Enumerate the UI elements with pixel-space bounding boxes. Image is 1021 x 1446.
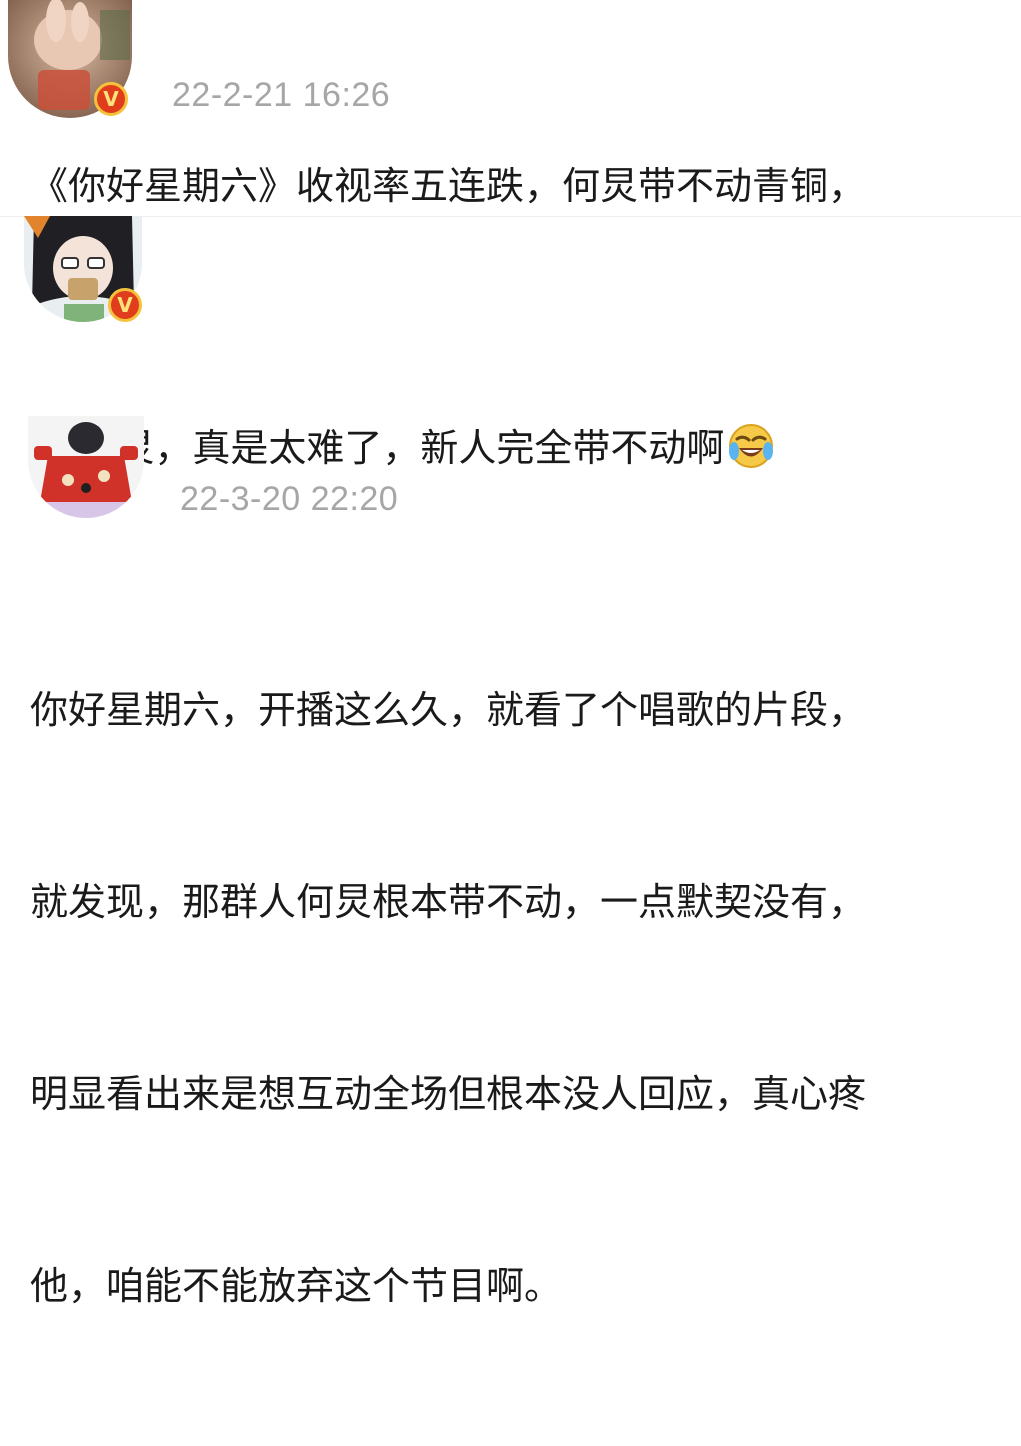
- verified-badge: V: [108, 288, 142, 322]
- post-1: V 22-2-21 16:26 《你好星期六》收视率五连跌，何炅带不动青铜，: [0, 0, 1021, 216]
- post-text-line: 明显看出来是想互动全场但根本没人回应，真心疼: [30, 1072, 867, 1116]
- post-text: 你好星期六，开播这么久，就看了个唱歌的片段， 就发现，那群人何炅根本带不动，一点…: [30, 550, 1020, 1446]
- post-2: V 何炅，真是太难了，新人完全带不动啊: [0, 216, 1021, 470]
- avatar[interactable]: [28, 416, 144, 518]
- verified-badge: V: [94, 82, 128, 116]
- post-text-line: 他，咱能不能放弃这个节目啊。: [30, 1264, 563, 1308]
- post-text-line: 你好星期六，开播这么久，就看了个唱歌的片段，: [30, 688, 867, 732]
- post-timestamp: 22-3-20 22:20: [180, 480, 399, 518]
- post-3: 22-3-20 22:20 你好星期六，开播这么久，就看了个唱歌的片段， 就发现…: [0, 416, 1021, 1308]
- avatar-image: [28, 416, 144, 518]
- post-text-line: 就发现，那群人何炅根本带不动，一点默契没有，: [30, 880, 867, 924]
- post-text: 《你好星期六》收视率五连跌，何炅带不动青铜，: [30, 164, 867, 208]
- post-timestamp: 22-2-21 16:26: [172, 76, 391, 114]
